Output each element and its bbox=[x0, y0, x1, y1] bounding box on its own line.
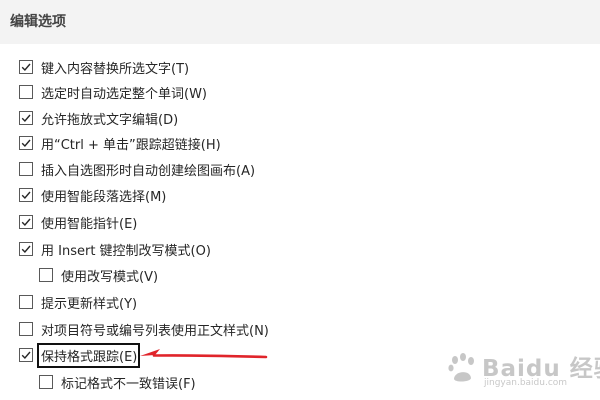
checkmark-icon bbox=[21, 139, 31, 148]
word-options-editing-panel: 编辑选项 键入内容替换所选文字(T) 选定时自动选定整个单词(W) 允许拖放式文… bbox=[0, 0, 600, 400]
option-auto-select-word[interactable]: 选定时自动选定整个单词(W) bbox=[19, 81, 207, 103]
option-label: 选定时自动选定整个单词(W) bbox=[41, 86, 207, 102]
option-label: 使用智能指针(E) bbox=[41, 216, 138, 232]
option-label: 对项目符号或编号列表使用正文样式(N) bbox=[41, 323, 269, 339]
option-checkbox[interactable] bbox=[19, 136, 33, 150]
option-checkbox[interactable] bbox=[39, 268, 53, 282]
option-checkbox[interactable] bbox=[19, 111, 33, 125]
option-label: 标记格式不一致错误(F) bbox=[61, 376, 196, 392]
option-label: 使用改写模式(V) bbox=[61, 269, 159, 285]
option-mark-formatting-inconsistencies[interactable]: 标记格式不一致错误(F) bbox=[39, 371, 196, 393]
checkmark-icon bbox=[21, 218, 31, 227]
watermark-subtext: jingyan.baidu.com bbox=[484, 378, 568, 388]
option-typing-replaces-selection[interactable]: 键入内容替换所选文字(T) bbox=[19, 56, 189, 78]
option-prompt-update-style[interactable]: 提示更新样式(Y) bbox=[19, 291, 137, 313]
option-label: 用 Insert 键控制改写模式(O) bbox=[41, 243, 211, 259]
red-arrow-icon bbox=[140, 349, 268, 359]
paw-logo-icon bbox=[448, 353, 474, 382]
option-checkbox[interactable] bbox=[19, 162, 33, 176]
baidu-jingyan-watermark: Baidu 经验 jingyan.baidu.com bbox=[442, 346, 600, 394]
checkmark-icon bbox=[21, 351, 31, 360]
option-checkbox[interactable] bbox=[19, 242, 33, 256]
option-checkbox[interactable] bbox=[19, 60, 33, 74]
option-overtype-mode[interactable]: 使用改写模式(V) bbox=[39, 264, 158, 286]
option-label: 插入自选图形时自动创建绘图画布(A) bbox=[41, 163, 256, 179]
option-label: 使用智能段落选择(M) bbox=[41, 189, 167, 205]
checkmark-icon bbox=[21, 245, 31, 254]
option-label: 键入内容替换所选文字(T) bbox=[41, 61, 190, 77]
option-checkbox[interactable] bbox=[19, 348, 33, 362]
option-label: 提示更新样式(Y) bbox=[41, 296, 138, 312]
option-label: 用“Ctrl + 单击”跟踪超链接(H) bbox=[41, 137, 221, 153]
option-label: 允许拖放式文字编辑(D) bbox=[41, 112, 179, 128]
option-checkbox[interactable] bbox=[19, 85, 33, 99]
option-drawing-canvas[interactable]: 插入自选图形时自动创建绘图画布(A) bbox=[19, 158, 255, 180]
option-smart-paragraph[interactable]: 使用智能段落选择(M) bbox=[19, 184, 166, 206]
checkmark-icon bbox=[21, 63, 31, 72]
checkmark-icon bbox=[21, 191, 31, 200]
option-checkbox[interactable] bbox=[19, 188, 33, 202]
option-checkbox[interactable] bbox=[19, 322, 33, 336]
option-ctrl-click-hyperlink[interactable]: 用“Ctrl + 单击”跟踪超链接(H) bbox=[19, 132, 221, 154]
option-smart-cursor[interactable]: 使用智能指针(E) bbox=[19, 211, 137, 233]
option-checkbox[interactable] bbox=[19, 215, 33, 229]
option-drag-and-drop[interactable]: 允许拖放式文字编辑(D) bbox=[19, 107, 178, 129]
arrow-shaft bbox=[152, 354, 268, 359]
editing-options-list: 键入内容替换所选文字(T) 选定时自动选定整个单词(W) 允许拖放式文字编辑(D… bbox=[0, 0, 600, 400]
checkmark-icon bbox=[21, 114, 31, 123]
option-normal-style-lists[interactable]: 对项目符号或编号列表使用正文样式(N) bbox=[19, 318, 269, 340]
option-checkbox[interactable] bbox=[19, 295, 33, 309]
option-insert-key-overtype[interactable]: 用 Insert 键控制改写模式(O) bbox=[19, 238, 211, 260]
option-checkbox[interactable] bbox=[39, 375, 53, 389]
highlight-box bbox=[37, 343, 140, 368]
